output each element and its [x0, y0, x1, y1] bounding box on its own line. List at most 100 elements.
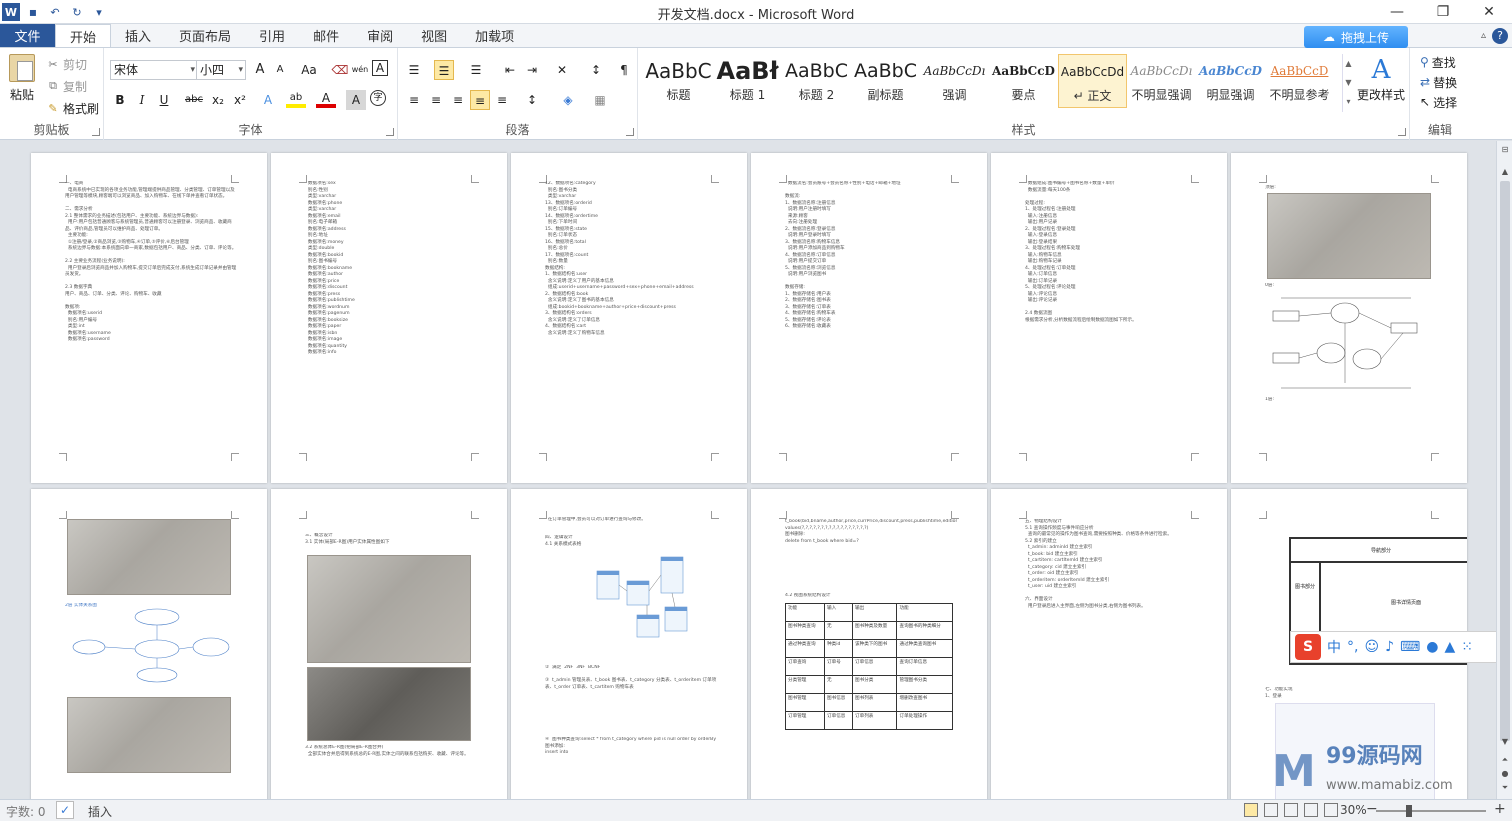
- close-button[interactable]: ✕: [1466, 0, 1512, 24]
- justify-button[interactable]: ≡: [470, 90, 490, 110]
- sort-button[interactable]: ↕: [586, 60, 606, 80]
- font-name-select[interactable]: 宋体: [110, 60, 198, 80]
- tab-home[interactable]: 开始: [55, 24, 112, 47]
- tab-add-ins[interactable]: 加载项: [461, 24, 528, 47]
- chinese-layout-button[interactable]: ✕: [552, 60, 572, 80]
- ime-toolbar[interactable]: S 中 °, ☺ ♪ ⌨ ● ▲ ⁙: [1290, 631, 1512, 663]
- ruler-toggle-icon[interactable]: ⊟: [1497, 145, 1512, 154]
- more-styles-icon[interactable]: ▾: [1343, 92, 1354, 111]
- strikethrough-button[interactable]: abc: [182, 90, 206, 110]
- tab-page-layout[interactable]: 页面布局: [165, 24, 245, 47]
- tab-file[interactable]: 文件: [0, 24, 55, 47]
- align-right-button[interactable]: ≡: [448, 90, 468, 110]
- restore-button[interactable]: ❐: [1420, 0, 1466, 24]
- help-icon[interactable]: ?: [1492, 28, 1508, 44]
- style-intense-emphasis[interactable]: AaBbCcD 明显强调: [1196, 54, 1265, 108]
- scroll-thumb[interactable]: [1500, 181, 1510, 741]
- page-9[interactable]: 在订单管理中,会员可以对订单进行查询与修改。 四、逻辑设计 4.1 关系模式表格…: [511, 489, 747, 799]
- change-case-button[interactable]: Aa: [296, 60, 322, 80]
- ime-grid-icon[interactable]: ⁙: [1461, 639, 1473, 655]
- replace-button[interactable]: ⇄ 替换: [1420, 72, 1457, 92]
- borders-button[interactable]: ▦: [590, 90, 610, 110]
- sogou-logo-icon[interactable]: S: [1295, 634, 1321, 660]
- paste-button[interactable]: 粘贴: [6, 54, 38, 108]
- tab-view[interactable]: 视图: [407, 24, 461, 47]
- next-page-icon[interactable]: ⏷: [1497, 783, 1512, 793]
- tab-review[interactable]: 审阅: [353, 24, 407, 47]
- multilevel-list-button[interactable]: ☰: [466, 60, 486, 80]
- zoom-level[interactable]: 30%: [1340, 803, 1367, 817]
- subscript-button[interactable]: x₂: [208, 90, 228, 110]
- insert-mode[interactable]: 插入: [88, 803, 112, 820]
- style-emphasis[interactable]: AaBbCcDı 强调: [920, 54, 989, 108]
- drag-upload-button[interactable]: ☁ 拖拽上传: [1304, 26, 1408, 48]
- prev-page-icon[interactable]: ⏶: [1497, 755, 1512, 765]
- scroll-down-icon[interactable]: ▼: [1343, 73, 1354, 92]
- change-styles-button[interactable]: A 更改样式: [1356, 54, 1406, 103]
- ime-language[interactable]: 中: [1327, 637, 1341, 657]
- highlight-button[interactable]: ab: [286, 90, 306, 108]
- page-7[interactable]: 2层 实体关系图: [31, 489, 267, 799]
- collapse-ribbon-icon[interactable]: ▵: [1481, 30, 1486, 41]
- page-10[interactable]: t_book(bid,bname,author,price,currPrice,…: [751, 489, 987, 799]
- style-heading-2[interactable]: AaBbC 标题 2: [782, 54, 851, 108]
- shrink-font-button[interactable]: A: [270, 60, 290, 80]
- format-painter-button[interactable]: ✎ 格式刷: [46, 98, 99, 118]
- show-marks-button[interactable]: ¶: [614, 60, 634, 80]
- style-strong[interactable]: AaBbCcD 要点: [989, 54, 1058, 108]
- ime-mic-icon[interactable]: ♪: [1385, 639, 1394, 655]
- decrease-indent-button[interactable]: ⇤: [500, 60, 520, 80]
- select-button[interactable]: ↖ 选择: [1420, 92, 1457, 112]
- font-size-select[interactable]: 小四: [196, 60, 246, 80]
- page-11[interactable]: 五、物理结构设计 5.1 查询操作频度与事件响应分析 查询的最常见的操作为图书查…: [991, 489, 1227, 799]
- bold-button[interactable]: B: [110, 90, 130, 110]
- distributed-button[interactable]: ≡: [492, 90, 512, 110]
- page-3[interactable]: 12、数据项名:category 别名:图书分类 类型:varchar 13、数…: [511, 153, 747, 483]
- cut-button[interactable]: ✂ 剪切: [46, 54, 87, 74]
- style-title[interactable]: AaBbC 标题: [644, 54, 713, 108]
- numbering-button[interactable]: ☰: [434, 60, 454, 80]
- font-color-button[interactable]: A: [316, 90, 336, 108]
- styles-scroll[interactable]: ▲ ▼ ▾: [1342, 54, 1354, 112]
- zoom-slider-knob[interactable]: [1406, 805, 1412, 817]
- style-normal[interactable]: AaBbCcDd ↵ 正文: [1058, 54, 1127, 108]
- print-layout-icon[interactable]: [1244, 803, 1258, 817]
- style-heading-1[interactable]: AaBł 标题 1: [713, 54, 782, 108]
- superscript-button[interactable]: x²: [230, 90, 250, 110]
- increase-indent-button[interactable]: ⇥: [522, 60, 542, 80]
- page-8[interactable]: 三、概念设计 3.1 实体(局部E-R图)用户实体属性图如下 3.2 系统总体E…: [271, 489, 507, 799]
- line-spacing-button[interactable]: ↕: [522, 90, 542, 110]
- proofing-icon[interactable]: ✓: [56, 801, 74, 819]
- tab-insert[interactable]: 插入: [111, 24, 165, 47]
- character-border-button[interactable]: A: [372, 60, 388, 76]
- align-center-button[interactable]: ≡: [426, 90, 446, 110]
- ime-keyboard-icon[interactable]: ⌨: [1400, 639, 1420, 655]
- page-4[interactable]: 数据流名:会员账号+会员名称+性别+电话+邮箱+地址 数据流: 1、数据流名称:…: [751, 153, 987, 483]
- bullets-button[interactable]: ☰: [404, 60, 424, 80]
- page-6[interactable]: 顶层: 0层: 1层:: [1231, 153, 1467, 483]
- underline-button[interactable]: U: [154, 90, 174, 110]
- page-5[interactable]: 数据组成:图书编号+图书名称+数量+单价 数据流量:每天100条 处理过程: 1…: [991, 153, 1227, 483]
- align-left-button[interactable]: ≡: [404, 90, 424, 110]
- word-count[interactable]: 字数: 0: [6, 803, 46, 820]
- style-subtle-reference[interactable]: AaBbCcD 不明显参考: [1265, 54, 1334, 108]
- zoom-slider[interactable]: [1376, 805, 1486, 817]
- styles-launcher-icon[interactable]: [1398, 128, 1406, 136]
- outline-view-icon[interactable]: [1304, 803, 1318, 817]
- document-area[interactable]: 一、电商 电商系统中已实现的各项业务功能,管理端提供商品管理、分类管理、订单管理…: [0, 141, 1496, 799]
- scroll-down-arrow[interactable]: ▼: [1497, 737, 1512, 746]
- draft-view-icon[interactable]: [1324, 803, 1338, 817]
- ime-user-icon[interactable]: ●: [1426, 639, 1438, 655]
- full-screen-reading-icon[interactable]: [1264, 803, 1278, 817]
- scroll-up-icon[interactable]: ▲: [1343, 54, 1354, 73]
- page-2[interactable]: 数据项名:sex 别名:性别 类型:varchar 数据项名:phone 类型:…: [271, 153, 507, 483]
- shading-button[interactable]: ◈: [558, 90, 578, 110]
- ime-skin-icon[interactable]: ▲: [1444, 639, 1455, 655]
- minimize-button[interactable]: —: [1374, 0, 1420, 24]
- font-launcher-icon[interactable]: [386, 128, 394, 136]
- tab-mailings[interactable]: 邮件: [299, 24, 353, 47]
- style-subtle-emphasis[interactable]: AaBbCcDı 不明显强调: [1127, 54, 1196, 108]
- web-layout-icon[interactable]: [1284, 803, 1298, 817]
- italic-button[interactable]: I: [132, 90, 152, 110]
- scroll-up-arrow[interactable]: ▲: [1497, 167, 1512, 176]
